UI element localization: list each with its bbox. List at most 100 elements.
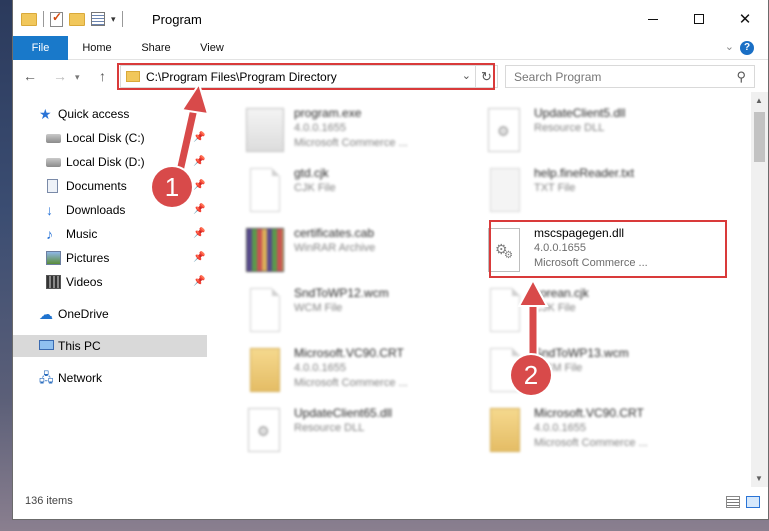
search-box[interactable]: Search Program ⚲	[505, 65, 755, 88]
file-tile[interactable]: ⚙ UpdateClient5.dll Resource DLL	[468, 100, 708, 158]
star-icon: ★	[39, 106, 52, 122]
file-tile[interactable]: certificates.cab WinRAR Archive	[228, 220, 468, 278]
file-version: 4.0.0.1655	[534, 422, 586, 434]
ribbon-tabs: File Home Share View ⌄ ?	[13, 36, 768, 60]
sidebar-item-onedrive[interactable]: ☁ OneDrive	[13, 303, 207, 325]
scroll-down-arrow-icon[interactable]: ▼	[755, 474, 763, 483]
disk-icon	[46, 158, 61, 167]
close-button[interactable]: ✕	[722, 0, 768, 38]
scroll-up-arrow-icon[interactable]: ▲	[755, 96, 763, 105]
minimize-button[interactable]	[630, 0, 676, 38]
step-1-badge: 1	[152, 167, 192, 207]
vertical-scrollbar[interactable]: ▲ ▼	[751, 92, 768, 487]
pin-icon[interactable]: 📌	[193, 127, 205, 149]
pin-icon[interactable]: 📌	[193, 223, 205, 245]
properties-check-icon[interactable]	[50, 10, 63, 27]
pin-icon[interactable]: 📌	[193, 151, 205, 173]
file-name: SndToWP13.wcm	[534, 346, 629, 360]
disk-icon	[46, 134, 61, 143]
minimize-icon	[648, 18, 658, 20]
address-highlight-box	[117, 63, 495, 90]
forward-arrow-icon[interactable]: →	[53, 68, 67, 84]
archive-file-icon	[246, 228, 284, 272]
folder-file-icon	[490, 408, 520, 452]
file-type: TXT File	[534, 182, 576, 194]
back-arrow-icon[interactable]: ←	[23, 68, 37, 84]
file-version: 4.0.0.1655	[294, 362, 346, 374]
pin-icon[interactable]: 📌	[193, 175, 205, 197]
file-company: Microsoft Commerce ...	[294, 137, 408, 149]
sidebar-item-local-disk-c[interactable]: Local Disk (C:) 📌	[13, 127, 207, 149]
file-tile[interactable]: ⚙ UpdateClient65.dll Resource DLL	[228, 400, 468, 458]
file-type: Resource DLL	[294, 422, 365, 434]
properties-icon[interactable]	[91, 12, 105, 26]
sidebar-item-quick-access[interactable]: ★ Quick access	[13, 103, 207, 125]
sidebar-item-this-pc[interactable]: This PC	[13, 335, 207, 357]
sidebar-item-label: This PC	[58, 339, 101, 353]
file-name: Microsoft.VC90.CRT	[534, 406, 644, 420]
tab-home[interactable]: Home	[75, 36, 119, 60]
pin-icon[interactable]: 📌	[193, 199, 205, 221]
search-icon[interactable]: ⚲	[736, 69, 746, 85]
sidebar-item-label: Pictures	[66, 251, 110, 265]
sidebar-item-label: OneDrive	[58, 307, 109, 321]
music-icon: ♪	[46, 226, 53, 242]
search-placeholder: Search Program	[514, 70, 602, 84]
text-file-icon	[490, 168, 520, 212]
tab-file[interactable]: File	[13, 36, 68, 60]
up-arrow-icon[interactable]: ↑	[99, 68, 106, 84]
sidebar-item-label: Documents	[66, 179, 127, 193]
toolbar-separator	[121, 11, 123, 27]
file-tile[interactable]: gtd.cjk CJK File	[228, 160, 468, 218]
navigation-pane: ★ Quick access Local Disk (C:) 📌 Local D…	[13, 92, 207, 487]
scrollbar-thumb[interactable]	[754, 112, 765, 162]
sidebar-item-videos[interactable]: Videos 📌	[13, 271, 207, 293]
file-tile[interactable]: program.exe 4.0.0.1655 Microsoft Commerc…	[228, 100, 468, 158]
file-name: SndToWP12.wcm	[294, 286, 389, 300]
new-folder-icon[interactable]	[69, 12, 85, 26]
large-icons-view-icon[interactable]	[746, 496, 760, 508]
pin-icon[interactable]: 📌	[193, 247, 205, 269]
recent-locations-chevron-icon[interactable]: ▾	[75, 72, 80, 83]
pictures-icon	[46, 251, 61, 265]
file-tile[interactable]: Microsoft.VC90.CRT 4.0.0.1655 Microsoft …	[228, 340, 468, 398]
generic-file-icon	[490, 288, 520, 332]
file-name: UpdateClient65.dll	[294, 406, 393, 420]
file-tile[interactable]: korean.cjk CJK File	[468, 280, 708, 338]
customize-toolbar-chevron-icon[interactable]: ▾	[111, 14, 116, 25]
file-name: UpdateClient5.dll	[534, 106, 626, 120]
file-name: korean.cjk	[534, 286, 589, 300]
sidebar-item-label: Music	[66, 227, 98, 241]
pin-icon[interactable]: 📌	[193, 271, 205, 293]
download-icon: ↓	[46, 202, 53, 218]
sidebar-item-network[interactable]: 🖧 Network	[13, 367, 207, 389]
sidebar-item-pictures[interactable]: Pictures 📌	[13, 247, 207, 269]
sidebar-item-label: Local Disk (C:)	[66, 131, 145, 145]
sidebar-item-label: Local Disk (D:)	[66, 155, 145, 169]
help-icon[interactable]: ?	[740, 41, 754, 55]
folder-file-icon	[250, 348, 280, 392]
file-company: Microsoft Commerce ...	[534, 437, 648, 449]
item-count: 136 items	[25, 495, 73, 507]
file-tile[interactable]: Microsoft.VC90.CRT 4.0.0.1655 Microsoft …	[468, 400, 708, 458]
details-view-icon[interactable]	[726, 496, 740, 508]
file-name: certificates.cab	[294, 226, 375, 240]
file-tile[interactable]: help.fineReader.txt TXT File	[468, 160, 708, 218]
tab-view[interactable]: View	[191, 36, 233, 60]
sidebar-item-music[interactable]: ♪ Music 📌	[13, 223, 207, 245]
gear-icon: ⚙	[497, 123, 510, 139]
cloud-icon: ☁	[39, 306, 53, 322]
file-version: 4.0.0.1655	[294, 122, 346, 134]
tab-share[interactable]: Share	[133, 36, 179, 60]
expand-ribbon-chevron-icon[interactable]: ⌄	[725, 40, 734, 53]
maximize-icon	[694, 14, 704, 24]
maximize-button[interactable]	[676, 0, 722, 38]
file-list: program.exe 4.0.0.1655 Microsoft Commerc…	[218, 92, 748, 487]
sidebar-item-label: Quick access	[58, 107, 130, 121]
sidebar-item-label: Downloads	[66, 203, 126, 217]
file-tile[interactable]: SndToWP13.wcm WCM File	[468, 340, 708, 398]
target-file-highlight-box	[489, 220, 727, 278]
file-tile[interactable]: SndToWP12.wcm WCM File	[228, 280, 468, 338]
folder-icon[interactable]	[21, 12, 37, 26]
file-type: CJK File	[534, 302, 576, 314]
